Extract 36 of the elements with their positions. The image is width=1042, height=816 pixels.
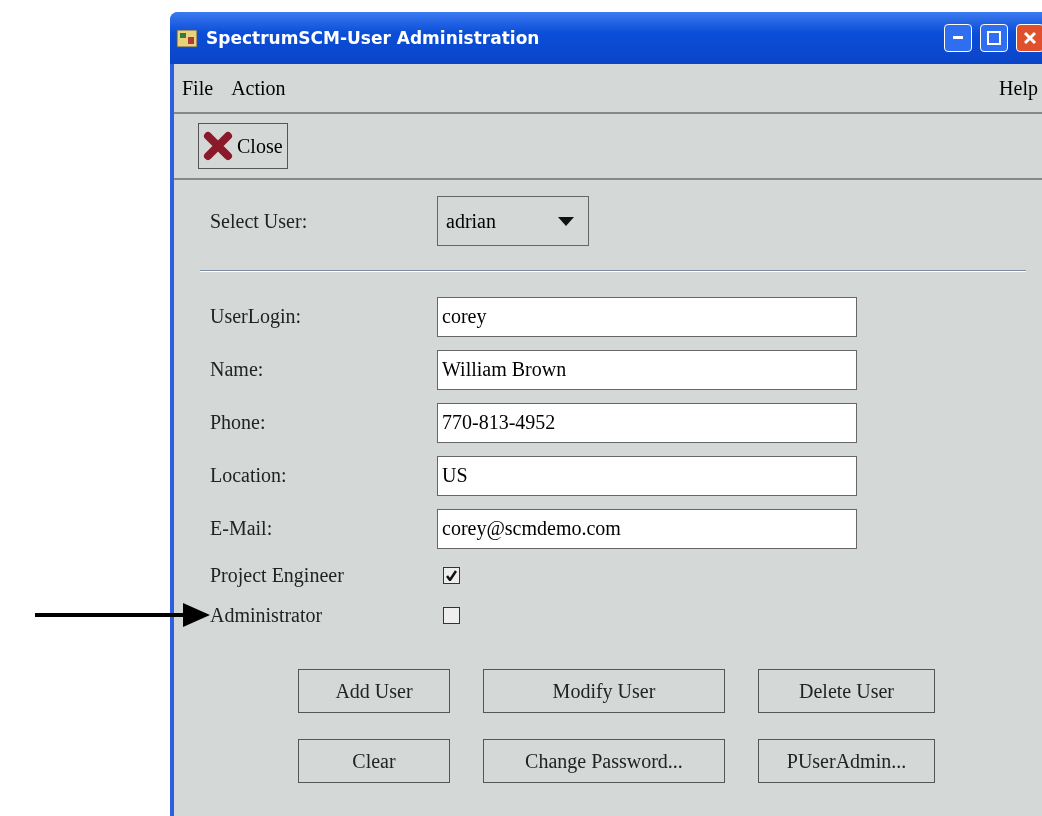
- action-button[interactable]: Delete User: [758, 669, 935, 713]
- field-label: Phone:: [210, 411, 267, 434]
- text-field[interactable]: US: [437, 455, 857, 496]
- action-button[interactable]: Change Password...: [483, 739, 725, 783]
- action-button[interactable]: Clear: [298, 739, 450, 783]
- close-icon: [203, 131, 233, 161]
- field-label: E-Mail:: [210, 517, 274, 540]
- caret-icon: [558, 216, 574, 226]
- menu-item[interactable]: File: [182, 76, 214, 100]
- minimize-button[interactable]: [944, 24, 972, 52]
- user-dropdown[interactable]: adrian: [437, 196, 589, 246]
- maximize-icon: [987, 31, 1001, 45]
- menu-item[interactable]: Help: [999, 76, 1038, 100]
- close-window-button[interactable]: [1016, 24, 1042, 52]
- action-button[interactable]: PUserAdmin...: [758, 739, 935, 783]
- window-title: SpectrumSCM-User Administration: [206, 28, 541, 48]
- close-icon: [1023, 31, 1037, 45]
- app-icon: [176, 27, 198, 49]
- checkbox[interactable]: [443, 606, 460, 624]
- checkbox-label: Project Engineer: [210, 563, 345, 587]
- field-label: Location:: [210, 464, 288, 487]
- text-field[interactable]: corey@scmdemo.com: [437, 508, 857, 549]
- maximize-button[interactable]: [980, 24, 1008, 52]
- action-button[interactable]: Modify User: [483, 669, 725, 713]
- checkbox-label: Administrator: [210, 603, 324, 627]
- text-field[interactable]: William Brown: [437, 349, 857, 390]
- close-button[interactable]: Close: [198, 123, 288, 169]
- menu-item[interactable]: Action: [231, 76, 286, 100]
- minimize-icon: [953, 36, 963, 40]
- action-button[interactable]: Add User: [298, 669, 450, 713]
- checkbox[interactable]: [443, 566, 460, 584]
- field-label: Select User:: [210, 209, 309, 233]
- text-field[interactable]: corey: [437, 296, 857, 337]
- text-field[interactable]: 770-813-4952: [437, 402, 857, 443]
- field-label: Name:: [210, 358, 265, 381]
- field-label: UserLogin:: [210, 305, 303, 328]
